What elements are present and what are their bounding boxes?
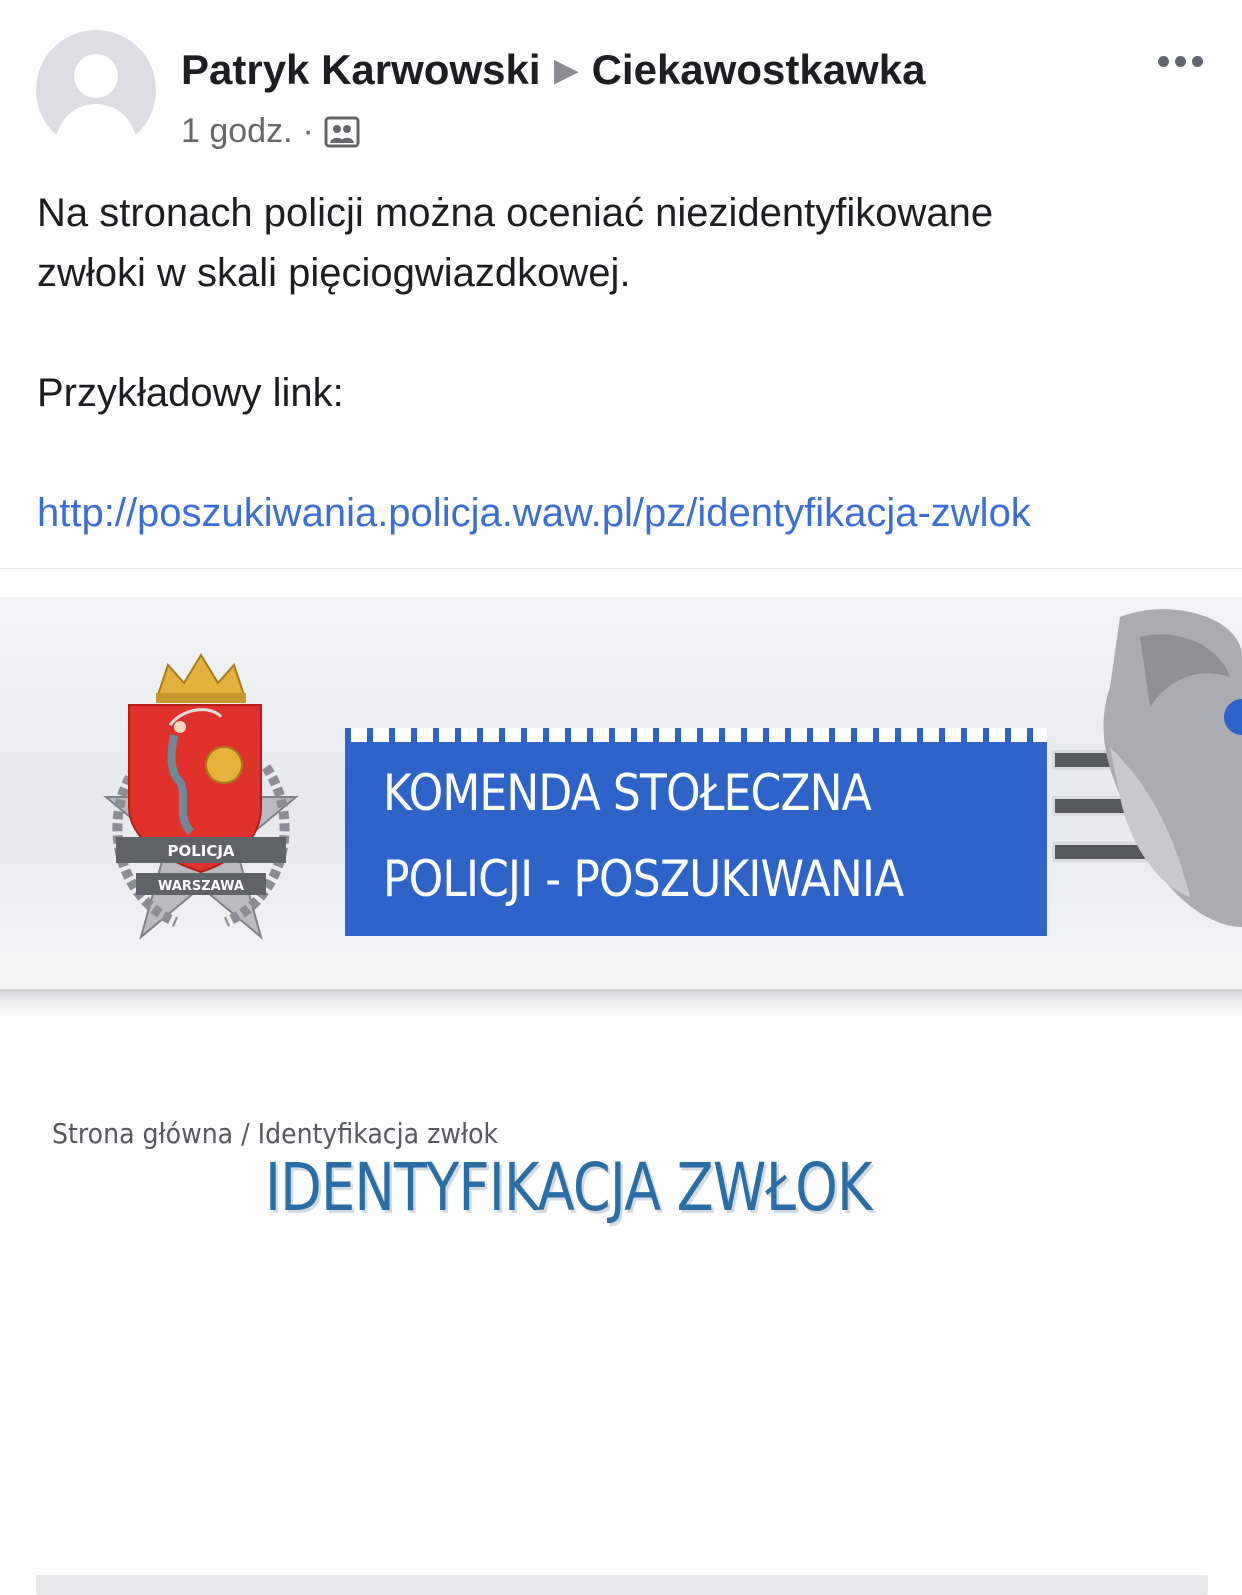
- link-preview[interactable]: POLICJA WARSZAWA KOMENDA STOŁECZNA POLIC…: [0, 568, 1242, 1595]
- post-link[interactable]: http://poszukiwania.policja.waw.pl/pz/id…: [37, 491, 1031, 535]
- more-options-icon[interactable]: [1158, 44, 1208, 78]
- more-dot: [1175, 55, 1186, 67]
- site-banner: POLICJA WARSZAWA KOMENDA STOŁECZNA POLIC…: [0, 597, 1242, 997]
- banner-title-line1: KOMENDA STOŁECZNA: [383, 764, 872, 822]
- group-audience-icon: [324, 116, 360, 147]
- more-dot: [1192, 55, 1203, 67]
- group-name[interactable]: Ciekawostkawka: [592, 46, 926, 93]
- banner-shadow: [0, 989, 1242, 1019]
- meta-separator: ·: [302, 112, 314, 150]
- post-time[interactable]: 1 godz.: [181, 112, 293, 151]
- breadcrumb[interactable]: Strona główna / Identyfikacja zwłok: [52, 1117, 498, 1150]
- police-badge-graphic-icon: [1103, 609, 1242, 927]
- more-dot: [1158, 55, 1169, 67]
- post-text-line: zwłoki w skali pięciogwiazdkowej.: [37, 251, 631, 295]
- banner-decoration: [345, 728, 1047, 742]
- default-avatar-icon: [54, 54, 138, 150]
- post-meta: 1 godz. ·: [181, 112, 360, 151]
- post-body: Na stronach policji można oceniać niezid…: [37, 183, 1217, 543]
- emblem-text-top: POLICJA: [167, 842, 234, 860]
- avatar[interactable]: [36, 30, 156, 150]
- police-emblem-icon: POLICJA WARSZAWA: [103, 653, 299, 940]
- author-name[interactable]: Patryk Karwowski: [181, 46, 541, 93]
- post-header: Patryk Karwowski ▶ Ciekawostkawka 1 godz. …: [0, 0, 1242, 170]
- content-divider: [36, 1575, 1208, 1595]
- banner-title-box: KOMENDA STOŁECZNA POLICJI - POSZUKIWANIA: [345, 728, 1047, 936]
- banner-title-line2: POLICJI - POSZUKIWANIA: [383, 850, 904, 908]
- emblem-text-bottom: WARSZAWA: [158, 879, 244, 894]
- author-line: Patryk Karwowski ▶ Ciekawostkawka: [181, 46, 925, 94]
- post-text-line: Na stronach policji można oceniać niezid…: [37, 191, 994, 235]
- page-title: IDENTYFIKACJA ZWŁOK: [265, 1149, 872, 1226]
- post-text-line: Przykładowy link:: [37, 371, 344, 415]
- arrow-right-icon: ▶: [554, 54, 578, 87]
